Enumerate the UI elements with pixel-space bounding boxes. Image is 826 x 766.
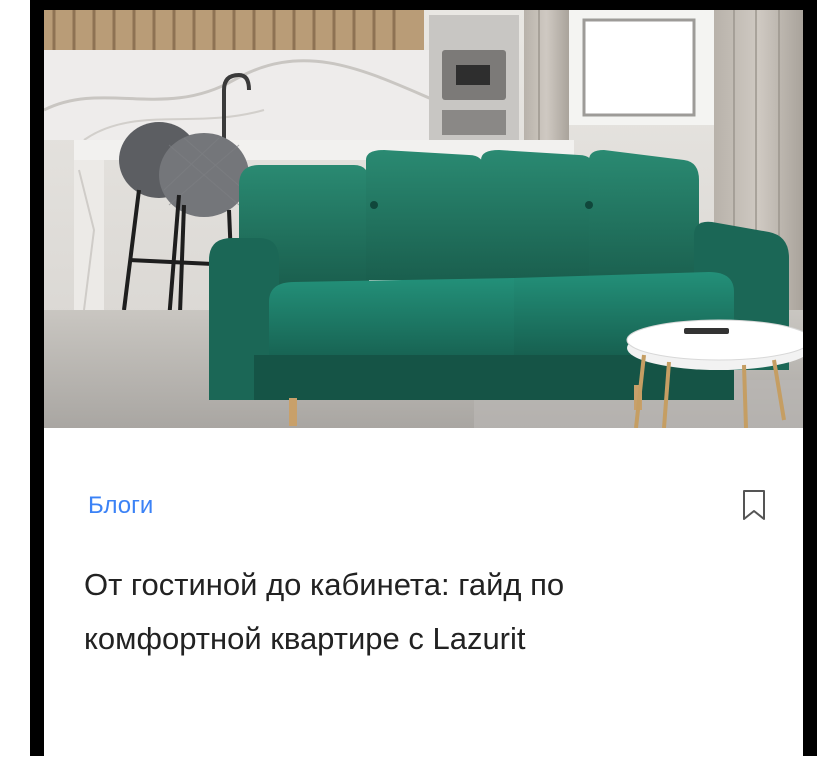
category-link[interactable]: Блоги	[88, 492, 153, 520]
card-frame: Блоги От гостиной до кабинета: гайд по к…	[0, 0, 826, 756]
article-image[interactable]	[44, 10, 803, 428]
article-title[interactable]: От гостиной до кабинета: гайд по комфорт…	[84, 558, 724, 666]
bookmark-icon	[743, 490, 765, 520]
article-card[interactable]: Блоги От гостиной до кабинета: гайд по к…	[30, 0, 817, 756]
card-content: Блоги От гостиной до кабинета: гайд по к…	[44, 428, 803, 766]
bookmark-button[interactable]	[741, 488, 767, 522]
